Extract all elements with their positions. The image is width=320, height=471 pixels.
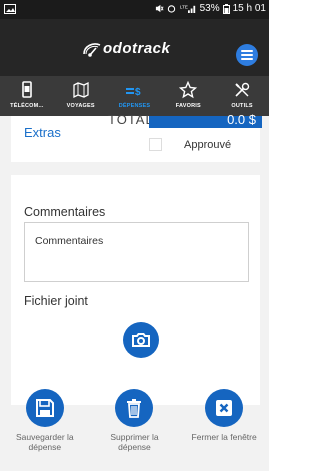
tab-label: DÉPENSES (118, 103, 151, 109)
camera-icon (132, 333, 150, 347)
close-window-button[interactable]: Fermer la fenêtre (184, 389, 264, 452)
tab-favoris[interactable]: FAVORIS (161, 76, 215, 116)
tools-icon (235, 82, 250, 97)
approve-row: Approuvé (149, 138, 231, 151)
close-icon (216, 400, 233, 416)
alarm-icon (167, 5, 175, 13)
delete-button[interactable]: Supprimer la dépense (94, 389, 174, 452)
device-icon (22, 81, 32, 98)
extras-title: Extras (24, 125, 61, 140)
tab-label: FAVORIS (175, 103, 201, 109)
delete-circle (115, 389, 154, 427)
app-header: odotrack (0, 19, 269, 76)
file-label: Fichier joint (24, 294, 88, 308)
logo-text: odotrack (103, 40, 171, 57)
comment-label: Commentaires (24, 205, 106, 219)
tab-label: VOYAGES (66, 103, 95, 109)
delete-label: Supprimer la dépense (110, 432, 159, 452)
tab-label: OUTILS (231, 103, 253, 109)
map-icon (73, 81, 89, 99)
clock: 15 h 01 (232, 3, 266, 14)
tab-depenses[interactable]: $ DÉPENSES (108, 76, 162, 116)
gallery-notification-icon (4, 4, 16, 14)
battery-icon (222, 3, 230, 14)
tab-bar: TÉLÉCOM... VOYAGES $ DÉPENSES FAVORIS OU… (0, 76, 269, 116)
hamburger-icon (241, 50, 253, 60)
menu-button[interactable] (236, 44, 258, 66)
total-label: TOTAL (108, 112, 154, 127)
status-icons: LTE 53% 15 h 01 (155, 3, 266, 14)
tab-voyages[interactable]: VOYAGES (54, 76, 108, 116)
comment-field[interactable]: Commentaires (24, 222, 249, 282)
total-value: 0.0 $ (149, 112, 262, 128)
star-icon (179, 81, 198, 99)
expense-icon: $ (126, 87, 141, 98)
camera-button[interactable] (123, 322, 159, 358)
save-button[interactable]: Sauvegarder la dépense (5, 389, 85, 452)
tab-telecom[interactable]: TÉLÉCOM... (0, 76, 54, 116)
approve-label: Approuvé (184, 138, 232, 151)
comment-placeholder: Commentaires (35, 235, 104, 247)
save-icon (35, 399, 54, 417)
mute-icon (155, 4, 164, 13)
trash-icon (127, 399, 142, 418)
approve-checkbox[interactable] (149, 138, 162, 151)
odometer-icon (83, 43, 101, 57)
lte-signal-icon: LTE (180, 5, 195, 13)
save-circle (25, 389, 64, 427)
action-buttons: Sauvegarder la dépense Supprimer la dépe… (0, 389, 269, 452)
save-label: Sauvegarder la dépense (16, 432, 74, 452)
odotrack-logo: odotrack (81, 39, 191, 63)
close-circle (205, 389, 244, 427)
svg-text:$: $ (135, 87, 141, 98)
battery-percent: 53% (199, 3, 220, 14)
svg-text:LTE: LTE (180, 5, 188, 10)
tab-outils[interactable]: OUTILS (215, 76, 269, 116)
status-bar: LTE 53% 15 h 01 (0, 0, 269, 19)
tab-label: TÉLÉCOM... (10, 103, 44, 109)
close-label: Fermer la fenêtre (191, 432, 257, 442)
